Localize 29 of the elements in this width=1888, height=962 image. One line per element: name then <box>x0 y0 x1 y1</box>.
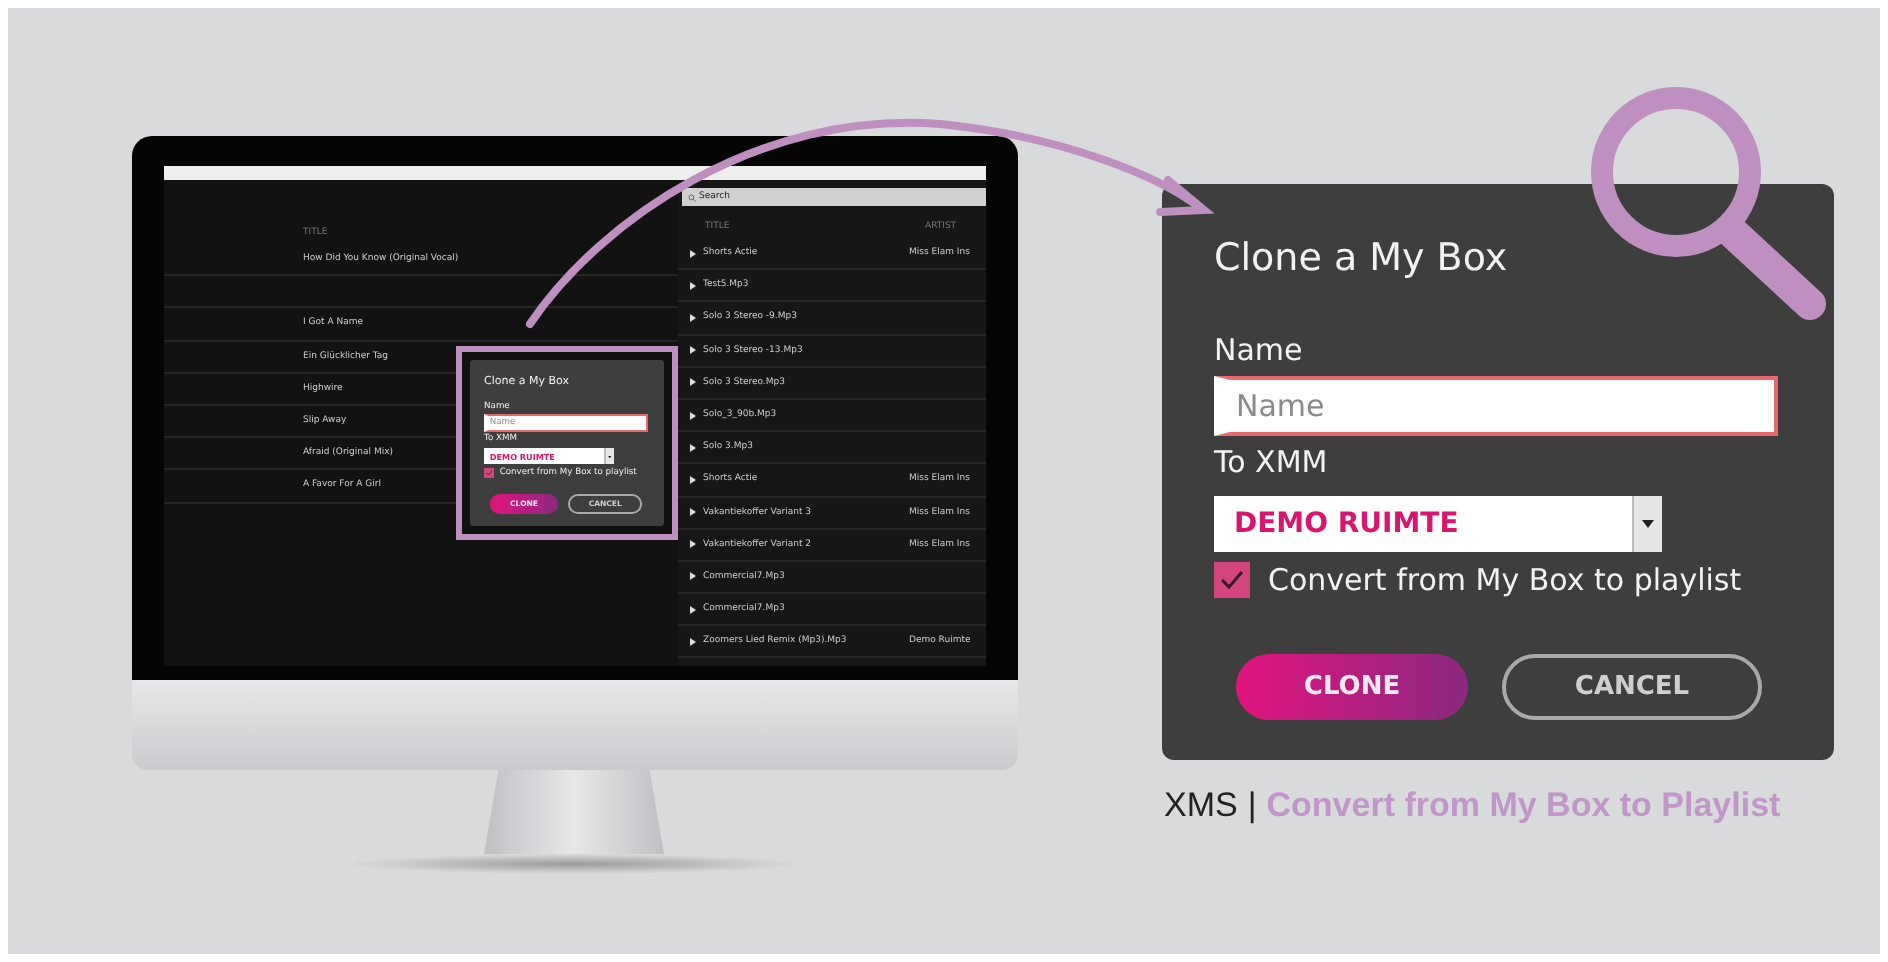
play-icon[interactable] <box>689 508 695 517</box>
play-icon[interactable] <box>689 313 695 322</box>
convert-label: Convert from My Box to playlist <box>1268 562 1742 598</box>
clone-button[interactable]: CLONE <box>1236 654 1468 720</box>
play-icon[interactable] <box>689 281 695 290</box>
play-icon[interactable] <box>689 540 695 549</box>
magnifier-icon <box>1591 87 1826 320</box>
play-icon[interactable] <box>689 637 695 646</box>
search-icon <box>687 193 695 201</box>
name-input-field[interactable]: Name <box>1214 376 1778 436</box>
cancel-button[interactable]: CANCEL <box>1502 654 1762 720</box>
checkmark-icon <box>485 470 493 476</box>
play-icon[interactable] <box>689 605 695 614</box>
convert-checkbox[interactable] <box>1214 562 1250 598</box>
play-icon[interactable] <box>689 249 695 258</box>
dialog-title: Clone a My Box <box>1214 236 1508 280</box>
caret-icon <box>1642 520 1654 528</box>
play-icon[interactable] <box>689 411 695 420</box>
checkmark-icon <box>1220 570 1244 590</box>
caption: XMS | Convert from My Box to Playlist <box>1162 786 1783 826</box>
play-icon[interactable] <box>689 443 695 452</box>
play-icon[interactable] <box>689 378 695 387</box>
target-dropdown[interactable]: DEMO RUIMTE <box>1214 496 1662 552</box>
play-icon[interactable] <box>689 475 695 484</box>
convert-checkbox[interactable] <box>484 467 495 479</box>
play-icon[interactable] <box>689 572 695 581</box>
target-label: To XMM <box>1214 444 1328 480</box>
name-label: Name <box>1214 332 1303 368</box>
play-icon[interactable] <box>689 346 695 355</box>
